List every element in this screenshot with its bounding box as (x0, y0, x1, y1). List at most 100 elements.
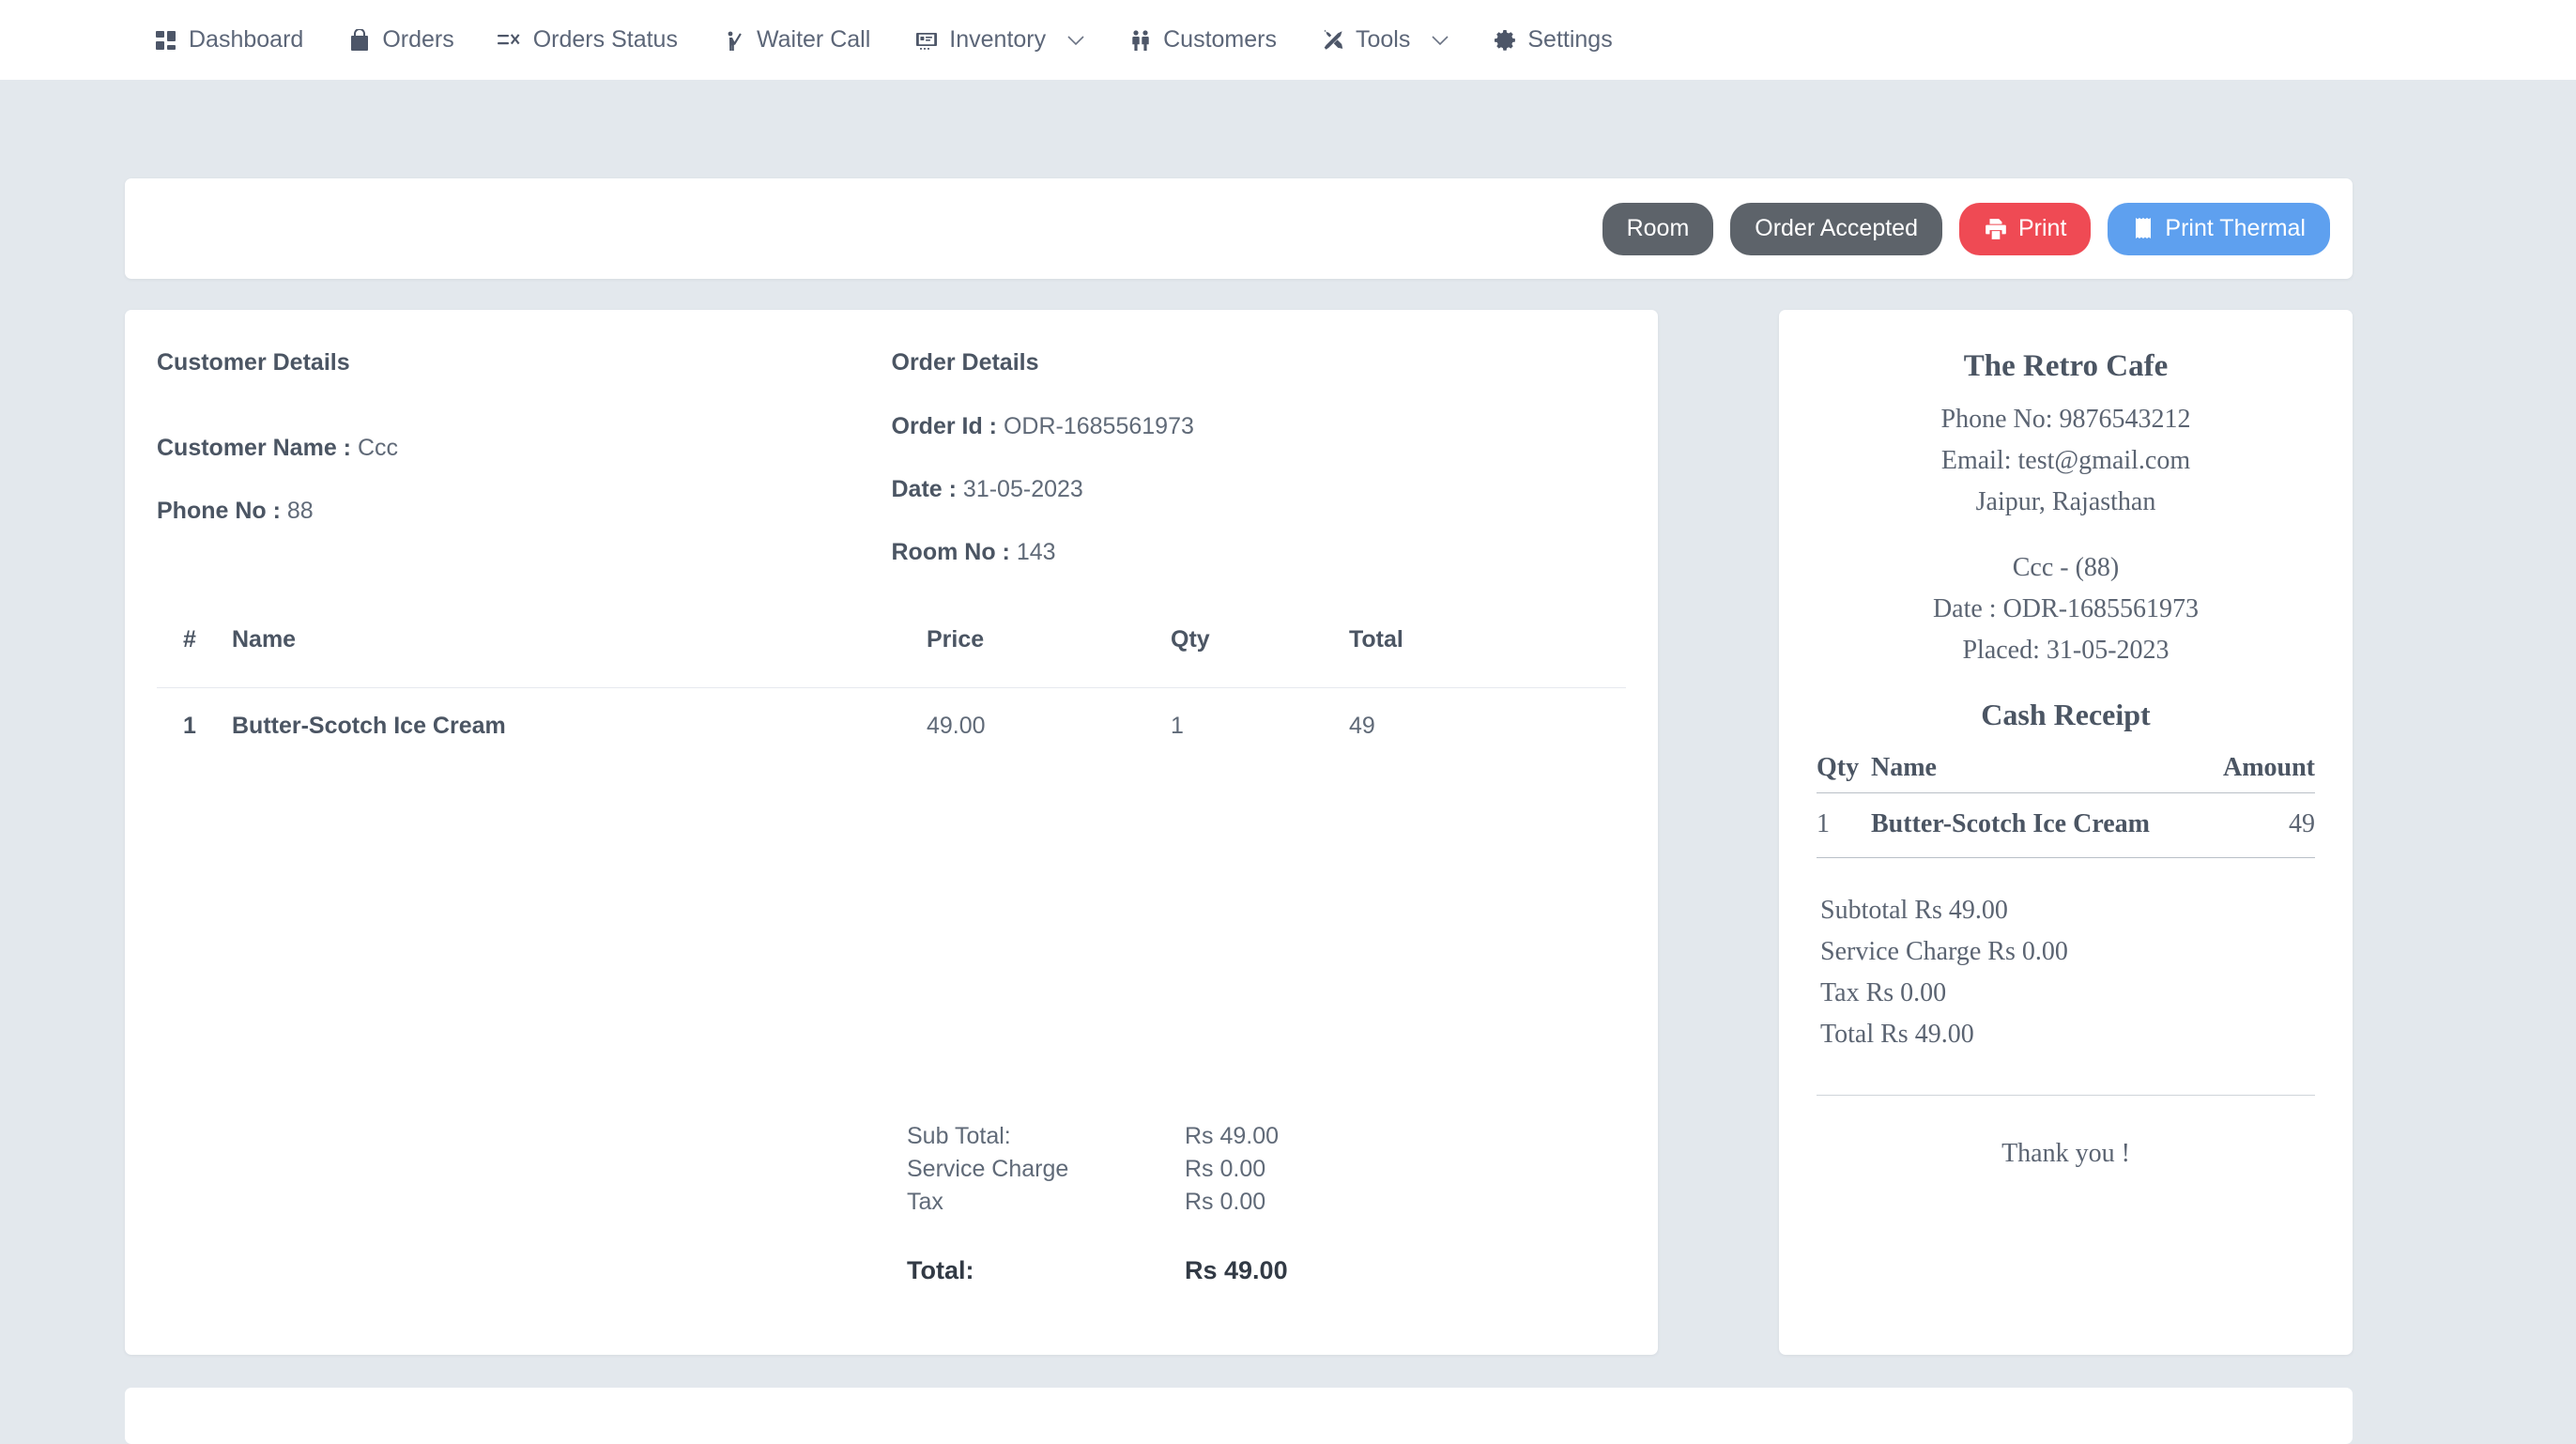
room-button[interactable]: Room (1602, 202, 1714, 255)
nav-label: Customers (1163, 26, 1277, 53)
receipt-store-address: Jaipur, Rajasthan (1975, 487, 2156, 516)
order-status-button[interactable]: Order Accepted (1730, 202, 1942, 255)
cell-total: 49 (1349, 687, 1626, 764)
nav-label: Dashboard (189, 26, 304, 53)
cell-name: Butter-Scotch Ice Cream (232, 687, 927, 764)
order-id-label: Order Id : (891, 413, 998, 439)
nav-item-dashboard[interactable]: Dashboard (131, 0, 325, 80)
receipt-thank-you: Thank you ! (2001, 1139, 2130, 1168)
order-items-table: # Name Price Qty Total 1 Butter-Scotch I… (157, 626, 1626, 764)
receipt-cell-name: Butter-Scotch Ice Cream (1871, 792, 2223, 858)
details-row: Customer Details Customer Name : Ccc Pho… (157, 349, 1626, 602)
receipt-column-amount: Amount (2222, 753, 2315, 793)
shopping-bag-icon (346, 27, 372, 53)
receipt-icon (2132, 217, 2154, 241)
tools-icon (1320, 27, 1345, 53)
order-details-column: Order Details Order Id : ODR-1685561973 … (892, 349, 1627, 602)
grid-icon (153, 27, 178, 53)
inventory-box-icon (913, 27, 939, 53)
receipt-table-row: 1 Butter-Scotch Ice Cream 49 (1817, 792, 2315, 858)
order-id-value: ODR-1685561973 (1003, 413, 1194, 439)
receipt-service-charge: Service Charge Rs 0.00 (1820, 937, 2068, 966)
table-header-row: # Name Price Qty Total (157, 626, 1626, 688)
printer-icon (1984, 217, 2008, 241)
customer-phone-row: Phone No : 88 (157, 498, 892, 525)
chevron-down-icon (1067, 35, 1084, 46)
receipt-cell-amount: 49 (2222, 792, 2315, 858)
cell-price: 49.00 (927, 687, 1171, 764)
waiter-hand-icon (721, 27, 746, 53)
chevron-down-icon (1432, 35, 1449, 46)
receipt-heading: Cash Receipt (1981, 698, 2151, 731)
nav-item-inventory[interactable]: Inventory (892, 0, 1106, 80)
receipt-column-name: Name (1871, 753, 2223, 793)
customer-details-column: Customer Details Customer Name : Ccc Pho… (157, 349, 892, 602)
action-toolbar: Room Order Accepted Print Print Thermal (125, 178, 2353, 279)
grand-total-value: Rs 49.00 (1185, 1256, 1288, 1284)
tax-value: Rs 0.00 (1185, 1189, 1266, 1215)
receipt-preview-card: The Retro Cafe Phone No: 9876543212 Emai… (1779, 310, 2353, 1355)
receipt-date-line: Date : ODR-1685561973 (1932, 594, 2200, 623)
customer-name-row: Customer Name : Ccc (157, 435, 892, 462)
customer-details-title: Customer Details (157, 349, 350, 376)
receipt-header-row: Qty Name Amount (1817, 753, 2315, 793)
column-header-name: Name (232, 626, 297, 653)
nav-item-orders-status[interactable]: Orders Status (476, 0, 699, 80)
receipt-store-email: Email: test@gmail.com (1940, 446, 2191, 475)
receipt-totals: Subtotal Rs 49.00 Service Charge Rs 0.00… (1817, 890, 2315, 1055)
list-check-icon (498, 27, 523, 53)
receipt-column-qty: Qty (1817, 753, 1871, 793)
receipt-subtotal: Subtotal Rs 49.00 (1820, 896, 2008, 925)
column-header-qty: Qty (1171, 626, 1210, 653)
subtotal-row: Sub Total: Rs 49.00 (907, 1120, 1433, 1153)
receipt-spacer (1817, 523, 2315, 547)
column-header-total: Total (1349, 626, 1403, 653)
customer-phone-label: Phone No : (157, 498, 281, 524)
order-room-value: 143 (1016, 539, 1056, 565)
order-details-title: Order Details (891, 349, 1039, 376)
cell-index: 1 (157, 687, 232, 764)
next-section-card (125, 1388, 2353, 1444)
nav-item-settings[interactable]: Settings (1470, 0, 1633, 80)
print-button-label: Print (2018, 215, 2067, 241)
nav-label: Orders Status (532, 26, 678, 53)
grand-total-label: Total: (907, 1256, 974, 1284)
nav-item-waiter-call[interactable]: Waiter Call (699, 0, 892, 80)
nav-item-customers[interactable]: Customers (1106, 0, 1298, 80)
subtotal-label: Sub Total: (907, 1123, 1011, 1149)
receipt-customer-line: Ccc - (88) (2012, 553, 2120, 582)
receipt-total: Total Rs 49.00 (1820, 1020, 1974, 1049)
totals-summary: Sub Total: Rs 49.00 Service Charge Rs 0.… (907, 1120, 1433, 1287)
nav-label: Tools (1356, 26, 1411, 53)
cell-qty: 1 (1171, 687, 1349, 764)
column-header-index: # (183, 626, 196, 653)
print-thermal-button-label: Print Thermal (2165, 215, 2306, 241)
users-icon (1127, 27, 1153, 53)
table-row: 1 Butter-Scotch Ice Cream 49.00 1 49 (157, 687, 1626, 764)
subtotal-value: Rs 49.00 (1185, 1123, 1280, 1149)
nav-item-orders[interactable]: Orders (325, 0, 475, 80)
print-thermal-button[interactable]: Print Thermal (2108, 202, 2330, 255)
customer-phone-value: 88 (286, 498, 314, 524)
receipt-store-phone: Phone No: 9876543212 (1940, 405, 2191, 434)
nav-label: Orders (382, 26, 454, 53)
customer-name-label: Customer Name : (157, 435, 351, 461)
nav-item-tools[interactable]: Tools (1298, 0, 1470, 80)
order-date-row: Date : 31-05-2023 (892, 476, 1627, 503)
page-content: Room Order Accepted Print Print Thermal … (0, 80, 2576, 1444)
print-button[interactable]: Print (1959, 202, 2092, 255)
gear-icon (1492, 27, 1517, 53)
receipt-placed-line: Placed: 31-05-2023 (1962, 636, 2170, 665)
receipt-tax: Tax Rs 0.00 (1820, 978, 1947, 1007)
service-charge-label: Service Charge (907, 1156, 1069, 1182)
grand-total-row: Total: Rs 49.00 (907, 1254, 1433, 1287)
order-date-value: 31-05-2023 (962, 476, 1083, 502)
main-navigation: Dashboard Orders Orders Status Waiter Ca… (0, 0, 2576, 80)
service-charge-row: Service Charge Rs 0.00 (907, 1153, 1433, 1186)
nav-label: Settings (1527, 26, 1613, 53)
receipt-store-name: The Retro Cafe (1963, 349, 2169, 383)
customer-name-value: Ccc (357, 435, 399, 461)
order-detail-card: Customer Details Customer Name : Ccc Pho… (125, 310, 1658, 1355)
nav-label: Inventory (949, 26, 1047, 53)
receipt-cell-qty: 1 (1817, 792, 1871, 858)
